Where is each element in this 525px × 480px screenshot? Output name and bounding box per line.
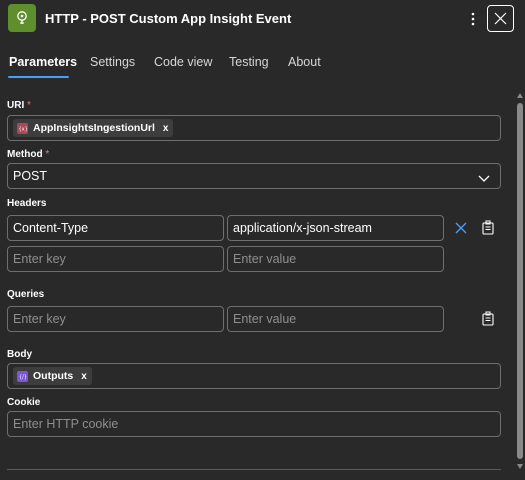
panel-header: HTTP - POST Custom App Insight Event: [0, 0, 525, 38]
header-key-input[interactable]: Enter key: [7, 246, 224, 272]
data-operation-icon: {/}: [17, 370, 28, 382]
uri-token-remove[interactable]: x: [163, 123, 169, 134]
svg-text:{/}: {/}: [19, 374, 27, 380]
close-icon: [494, 12, 507, 25]
queries-label: Queries: [7, 289, 45, 300]
body-field[interactable]: {/} Outputs x: [7, 363, 501, 389]
tab-code-view[interactable]: Code view: [154, 55, 212, 69]
scroll-up-icon[interactable]: [517, 93, 523, 98]
variable-icon: {x}: [17, 122, 28, 134]
close-button[interactable]: [487, 5, 514, 32]
body-label: Body: [7, 349, 32, 360]
body-token-remove[interactable]: x: [81, 371, 87, 382]
body-token-label: Outputs: [33, 370, 74, 382]
tab-about[interactable]: About: [288, 55, 321, 69]
query-value-input[interactable]: Enter value: [227, 306, 444, 332]
header-value-field[interactable]: application/x-json-stream: [227, 215, 444, 241]
tab-bar: Parameters Settings Code view Testing Ab…: [0, 50, 525, 82]
divider: [7, 469, 501, 470]
header-value-input[interactable]: Enter value: [227, 246, 444, 272]
cookie-input[interactable]: Enter HTTP cookie: [7, 411, 501, 437]
lightbulb-icon: [8, 4, 36, 32]
chevron-down-icon: [478, 172, 490, 186]
switch-to-text-mode-icon[interactable]: [479, 219, 497, 237]
header-key-field[interactable]: Content-Type: [7, 215, 224, 241]
tab-testing[interactable]: Testing: [229, 55, 269, 69]
headers-label: Headers: [7, 198, 47, 209]
tab-settings[interactable]: Settings: [90, 55, 135, 69]
active-tab-indicator: [8, 76, 69, 78]
uri-label: URI *: [7, 100, 31, 111]
uri-token[interactable]: {x} AppInsightsIngestionUrl x: [13, 119, 174, 137]
scrollbar[interactable]: [516, 93, 523, 470]
more-vertical-icon[interactable]: [466, 9, 480, 29]
uri-field[interactable]: {x} AppInsightsIngestionUrl x: [7, 115, 501, 141]
close-icon[interactable]: [452, 219, 470, 237]
method-value: POST: [13, 169, 48, 183]
scroll-down-icon[interactable]: [517, 464, 523, 469]
cookie-label: Cookie: [7, 397, 41, 408]
svg-text:{x}: {x}: [19, 126, 28, 132]
body-token[interactable]: {/} Outputs x: [13, 367, 92, 385]
scroll-thumb[interactable]: [517, 103, 523, 459]
panel-title: HTTP - POST Custom App Insight Event: [45, 11, 292, 26]
method-select[interactable]: POST: [7, 163, 501, 189]
query-key-input[interactable]: Enter key: [7, 306, 224, 332]
tab-parameters[interactable]: Parameters: [9, 55, 77, 69]
switch-to-text-mode-icon[interactable]: [479, 310, 497, 328]
method-label: Method *: [7, 149, 50, 160]
uri-token-label: AppInsightsIngestionUrl: [33, 122, 155, 134]
